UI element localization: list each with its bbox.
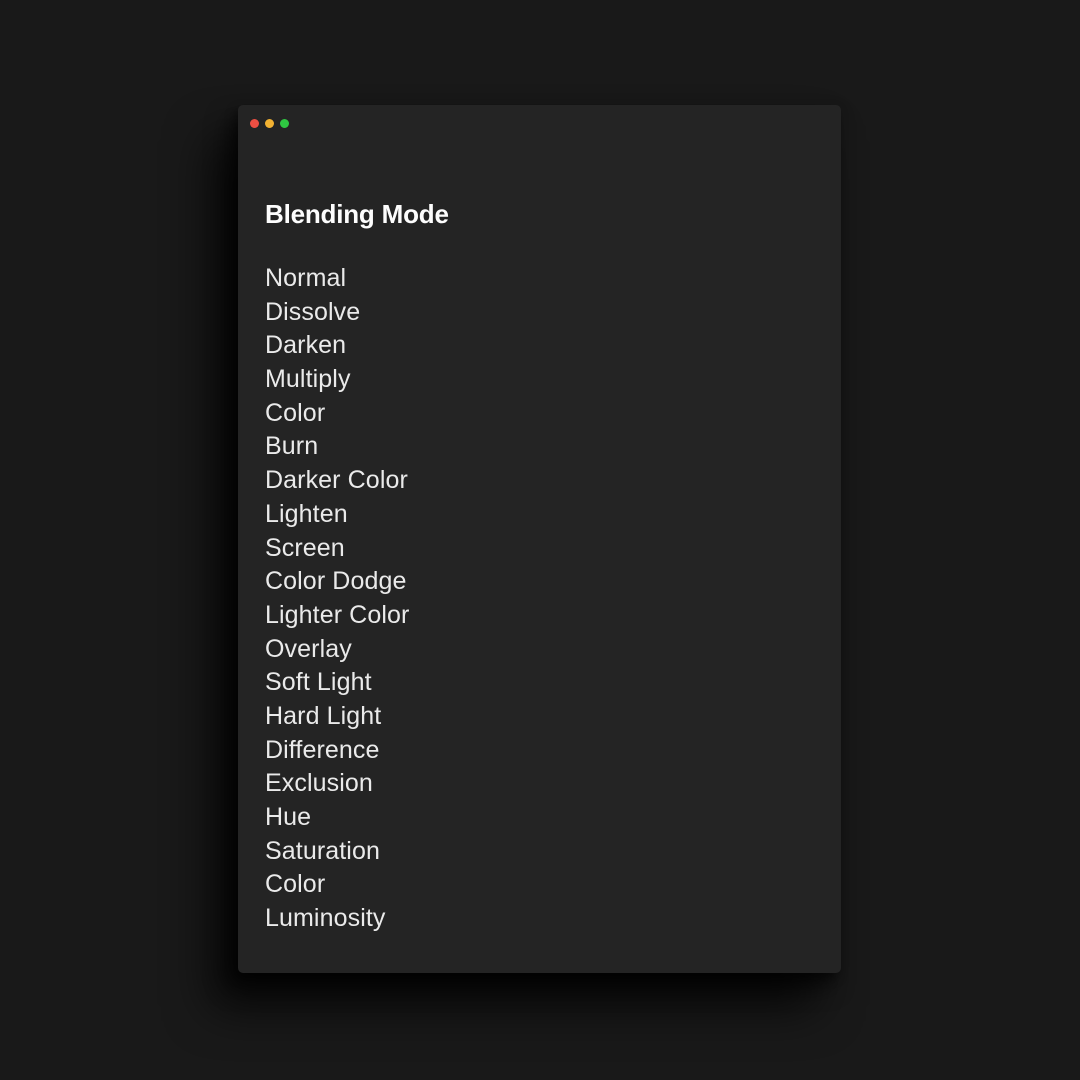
window-titlebar[interactable] [238,105,841,149]
list-item[interactable]: Exclusion [265,767,409,801]
list-item[interactable]: Darken [265,329,409,363]
traffic-light-group [250,119,289,128]
stage: Blending Mode Normal Dissolve Darken Multip… [0,0,1080,1080]
list-item[interactable]: Lighter Color [265,599,409,633]
blending-mode-list: Normal Dissolve Darken Multiply Color Burn Dar… [265,262,409,936]
list-item[interactable]: Dissolve [265,296,409,330]
blending-mode-window: Blending Mode Normal Dissolve Darken Multip… [238,105,841,973]
list-item[interactable]: Saturation [265,835,409,869]
page-title: Blending Mode [265,199,449,229]
list-item[interactable]: Hard Light [265,700,409,734]
list-item[interactable]: Screen [265,532,409,566]
maximize-button-icon[interactable] [280,119,289,128]
list-item[interactable]: Normal [265,262,409,296]
list-item[interactable]: Color [265,397,409,431]
list-item[interactable]: Luminosity [265,902,409,936]
list-item[interactable]: Difference [265,734,409,768]
list-item[interactable]: Burn [265,430,409,464]
minimize-button-icon[interactable] [265,119,274,128]
list-item[interactable]: Multiply [265,363,409,397]
list-item[interactable]: Color [265,868,409,902]
list-item[interactable]: Lighten [265,498,409,532]
close-button-icon[interactable] [250,119,259,128]
list-item[interactable]: Color Dodge [265,565,409,599]
list-item[interactable]: Overlay [265,633,409,667]
list-item[interactable]: Darker Color [265,464,409,498]
list-item[interactable]: Soft Light [265,666,409,700]
list-item[interactable]: Hue [265,801,409,835]
